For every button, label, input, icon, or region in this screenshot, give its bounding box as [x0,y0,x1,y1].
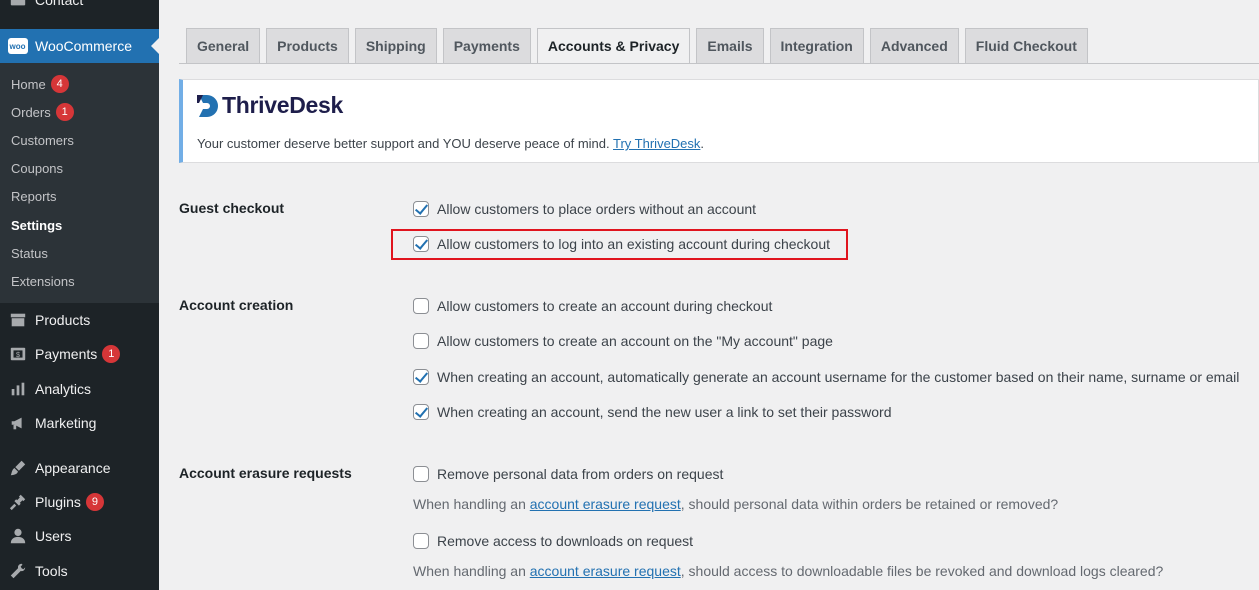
menu-label: Tools [35,563,68,579]
count-badge: 1 [102,345,121,363]
account-erasure-request-link[interactable]: account erasure request [530,496,681,512]
guest-checkout-label: Guest checkout [179,200,285,216]
menu-label: Marketing [35,415,97,431]
menu-label: Users [35,528,72,544]
option-create-on-my-account: Allow customers to create an account on … [413,333,833,349]
highlight-box [391,229,848,260]
tab-integration[interactable]: Integration [769,28,864,63]
settings-tabs: General Products Shipping Payments Accou… [186,28,1094,64]
checkbox[interactable] [413,404,429,420]
tab-products[interactable]: Products [266,28,349,63]
count-badge: 1 [55,103,74,121]
thrivedesk-brand: ThriveDesk [222,92,344,118]
thrivedesk-logo: ThriveDesk [197,92,343,119]
menu-label: Appearance [35,460,111,476]
tabs-divider [179,63,1259,64]
try-thrivedesk-link[interactable]: Try ThriveDesk [613,136,700,151]
menu-label: WooCommerce [35,38,132,54]
submenu-customers[interactable]: Customers [11,130,74,150]
menu-marketing[interactable]: Marketing [0,406,159,440]
menu-label: Products [35,312,91,328]
tab-advanced[interactable]: Advanced [869,28,959,63]
tab-general[interactable]: General [186,28,261,63]
woocommerce-icon: woo [0,38,35,54]
submenu-home[interactable]: Home 4 [11,74,69,94]
submenu-coupons[interactable]: Coupons [11,158,63,178]
paintbrush-icon [0,459,35,477]
submenu-extensions[interactable]: Extensions [11,271,75,291]
checkbox[interactable] [413,533,429,549]
menu-products[interactable]: Products [0,303,159,337]
thrivedesk-notice: ThriveDesk Your customer deserve better … [179,79,1259,163]
checkbox[interactable] [413,333,429,349]
menu-analytics[interactable]: Analytics [0,372,159,406]
settings-main: General Products Shipping Payments Accou… [159,0,1259,590]
menu-contact[interactable]: Contact [0,0,159,17]
notice-text: Your customer deserve better support and… [197,136,705,151]
count-badge: 4 [50,75,69,93]
menu-users[interactable]: Users [0,519,159,553]
menu-tools[interactable]: Tools [0,554,159,588]
menu-appearance[interactable]: Appearance [0,451,159,485]
megaphone-icon [0,414,35,432]
woocommerce-submenu: Home 4 Orders 1 Customers Coupons Reports … [0,63,159,303]
tab-fluid-checkout[interactable]: Fluid Checkout [964,28,1088,63]
svg-text:$: $ [16,350,20,359]
option-create-during-checkout: Allow customers to create an account dur… [413,298,772,314]
option-generate-username: When creating an account, automatically … [413,369,1239,385]
erasure-requests-label: Account erasure requests [179,465,352,481]
option-remove-downloads: Remove access to downloads on request [413,533,693,549]
archive-icon [0,311,35,329]
admin-sidebar: Contact woo WooCommerce Home 4 Orders 1 Cu… [0,0,159,590]
account-creation-label: Account creation [179,297,294,313]
checkbox[interactable] [413,298,429,314]
plug-icon [0,493,35,511]
mail-icon [0,0,35,9]
option-guest-orders: Allow customers to place orders without … [413,201,756,217]
submenu-reports[interactable]: Reports [11,186,57,206]
user-icon [0,527,35,545]
tab-payments[interactable]: Payments [442,28,531,63]
submenu-settings[interactable]: Settings [11,215,62,235]
erasure-description-2: When handling an account erasure request… [413,563,1164,579]
tab-emails[interactable]: Emails [696,28,764,63]
checkbox[interactable] [413,201,429,217]
menu-payments[interactable]: $ Payments 1 [0,337,159,371]
erasure-description-1: When handling an account erasure request… [413,496,1059,512]
menu-plugins[interactable]: Plugins 9 [0,485,159,519]
option-send-password-link: When creating an account, send the new u… [413,404,891,420]
option-remove-personal-data: Remove personal data from orders on requ… [413,466,723,482]
menu-label: Analytics [35,381,92,397]
wrench-icon [0,562,35,580]
checkbox[interactable] [413,369,429,385]
money-icon: $ [0,345,35,363]
thrivedesk-icon [197,94,218,117]
menu-label: Plugins [35,494,81,510]
tab-shipping[interactable]: Shipping [354,28,437,63]
submenu-status[interactable]: Status [11,243,48,263]
submenu-orders[interactable]: Orders 1 [11,102,74,122]
account-erasure-request-link[interactable]: account erasure request [530,563,681,579]
menu-woocommerce[interactable]: woo WooCommerce [0,29,159,63]
menu-label: Payments [35,346,98,362]
count-badge: 9 [85,493,104,511]
checkbox[interactable] [413,466,429,482]
menu-label: Contact [35,0,84,8]
tab-accounts-privacy[interactable]: Accounts & Privacy [536,28,691,64]
bar-chart-icon [0,380,35,398]
